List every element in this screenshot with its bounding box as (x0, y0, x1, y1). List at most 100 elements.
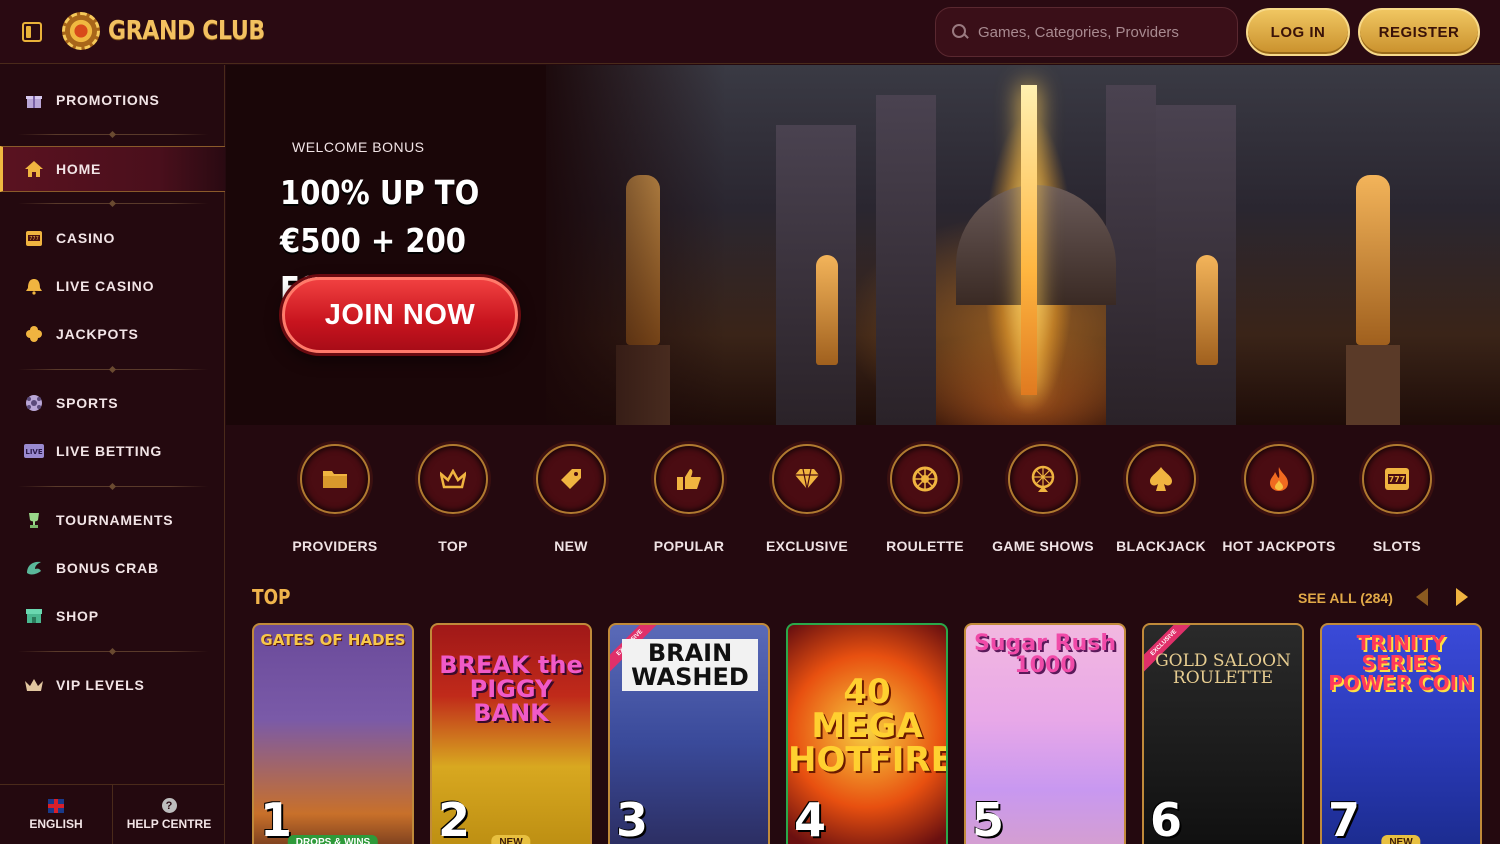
sidebar-item-label: TOURNAMENTS (56, 512, 174, 528)
category-exclusive[interactable]: EXCLUSIVE (748, 444, 866, 554)
game-card[interactable]: EXCLUSIVE BRAIN WASHED 3 (608, 623, 770, 844)
game-card[interactable]: 40 MEGA HOTFIRE 4 (786, 623, 948, 844)
sidebar-item-label: SPORTS (56, 395, 119, 411)
divider (18, 369, 208, 370)
sidebar-item-label: VIP LEVELS (56, 677, 145, 693)
logo[interactable]: GRAND CLUB (62, 12, 293, 50)
sidebar-item-label: PROMOTIONS (56, 92, 160, 108)
game-card[interactable]: BREAK the PIGGY BANK 2 NEW (430, 623, 592, 844)
sidebar-item-shop[interactable]: SHOP (0, 593, 225, 639)
statue-figure (1356, 175, 1390, 345)
gift-icon (24, 91, 44, 109)
category-slots[interactable]: 777 SLOTS (1338, 444, 1456, 554)
category-blackjack[interactable]: BLACKJACK (1102, 444, 1220, 554)
wheel-icon (1008, 444, 1078, 514)
category-hot-jackpots[interactable]: HOT JACKPOTS (1220, 444, 1338, 554)
shop-icon (24, 607, 44, 625)
divider (18, 203, 208, 204)
category-popular[interactable]: POPULAR (630, 444, 748, 554)
svg-text:777: 777 (1389, 475, 1406, 484)
sidebar-item-label: SHOP (56, 608, 99, 624)
game-title: TRINITY SERIES POWER COIN (1328, 631, 1474, 695)
sidebar-item-promotions[interactable]: PROMOTIONS (0, 77, 225, 123)
search-icon (952, 24, 968, 40)
category-label: PROVIDERS (292, 538, 378, 554)
category-label: SLOTS (1372, 538, 1422, 554)
carousel-next-icon[interactable] (1456, 588, 1468, 606)
game-rank: 1 (260, 793, 293, 844)
crown-icon (418, 444, 488, 514)
join-now-button[interactable]: JOIN NOW (282, 277, 518, 353)
category-providers[interactable]: PROVIDERS (276, 444, 394, 554)
spade-icon (1126, 444, 1196, 514)
crab-claw-icon (24, 559, 44, 577)
game-badge: DROPS & WINS (287, 835, 379, 844)
game-card[interactable]: Sugar Rush 1000 5 (964, 623, 1126, 844)
divider (18, 134, 208, 135)
game-card[interactable]: GATES OF HADES 1 DROPS & WINS (252, 623, 414, 844)
welcome-bonus-label: WELCOME BONUS (292, 139, 425, 155)
section-title: TOP (252, 585, 291, 609)
roulette-icon (890, 444, 960, 514)
sidebar-toggle-icon[interactable] (22, 22, 42, 42)
hero-banner: WELCOME BONUS 100% UP TO €500 + 200 FS J… (226, 65, 1500, 425)
headline-line: 100% UP TO (280, 173, 480, 212)
casino-chip-icon (62, 12, 100, 50)
category-label: NEW (554, 538, 588, 554)
sidebar-item-live-casino[interactable]: LIVE CASINO (0, 263, 225, 309)
soccer-ball-icon (24, 394, 44, 412)
see-all-link[interactable]: SEE ALL (284) (1298, 590, 1393, 606)
slot-machine-icon: 777 (24, 229, 44, 247)
category-roulette[interactable]: ROULETTE (866, 444, 984, 554)
trophy-icon (24, 511, 44, 529)
category-label: BLACKJACK (1116, 538, 1206, 554)
game-rank: 4 (794, 793, 827, 844)
category-label: EXCLUSIVE (765, 538, 849, 554)
search-input[interactable] (978, 23, 1228, 41)
sidebar-item-tournaments[interactable]: TOURNAMENTS (0, 497, 225, 543)
language-selector[interactable]: ENGLISH (0, 785, 112, 844)
category-label: ROULETTE (886, 538, 964, 554)
divider (18, 651, 208, 652)
category-label: POPULAR (653, 538, 725, 554)
category-label: HOT JACKPOTS (1222, 538, 1336, 554)
login-button[interactable]: LOG IN (1246, 8, 1350, 56)
search-bar[interactable] (935, 7, 1238, 57)
category-new[interactable]: NEW (512, 444, 630, 554)
logo-text: GRAND CLUB (108, 16, 265, 46)
game-rank: 5 (972, 793, 1005, 844)
sidebar-item-vip-levels[interactable]: VIP LEVELS (0, 662, 225, 708)
game-rank: 7 (1328, 793, 1361, 844)
game-card[interactable]: TRINITY SERIES POWER COIN 7 NEW (1320, 623, 1482, 844)
game-rank: 3 (616, 793, 649, 844)
hero-fade (506, 65, 726, 425)
category-game-shows[interactable]: GAME SHOWS (984, 444, 1102, 554)
thumbs-up-icon (654, 444, 724, 514)
game-title: GOLD SALOON ROULETTE (1155, 651, 1291, 688)
category-top[interactable]: TOP (394, 444, 512, 554)
sidebar-item-sports[interactable]: SPORTS (0, 380, 225, 426)
top-bar: GRAND CLUB LOG IN REGISTER (0, 0, 1500, 64)
central-spire (1021, 85, 1037, 395)
game-title: Sugar Rush 1000 (974, 631, 1116, 678)
sidebar-item-label: LIVE BETTING (56, 443, 163, 459)
tower-shape (1146, 105, 1236, 425)
sidebar-item-bonus-crab[interactable]: BONUS CRAB (0, 545, 225, 591)
sidebar: PROMOTIONS HOME 777 CASINO LIVE CASINO J… (0, 65, 225, 844)
sidebar-item-home[interactable]: HOME (0, 146, 225, 192)
statue-figure (816, 255, 838, 365)
help-centre-link[interactable]: ? HELP CENTRE (112, 785, 225, 844)
sidebar-item-jackpots[interactable]: JACKPOTS (0, 311, 225, 357)
game-card[interactable]: EXCLUSIVE GOLD SALOON ROULETTE 6 (1142, 623, 1304, 844)
sidebar-item-casino[interactable]: 777 CASINO (0, 215, 225, 261)
help-icon: ? (161, 798, 177, 813)
sidebar-item-live-betting[interactable]: LIVE LIVE BETTING (0, 428, 225, 474)
live-icon: LIVE (24, 442, 44, 460)
tower-shape (876, 95, 936, 425)
category-label: TOP (438, 538, 468, 554)
carousel-prev-icon[interactable] (1416, 588, 1428, 606)
register-button[interactable]: REGISTER (1358, 8, 1480, 56)
sidebar-item-label: JACKPOTS (56, 326, 139, 342)
divider (18, 486, 208, 487)
game-rank: 2 (438, 793, 471, 844)
